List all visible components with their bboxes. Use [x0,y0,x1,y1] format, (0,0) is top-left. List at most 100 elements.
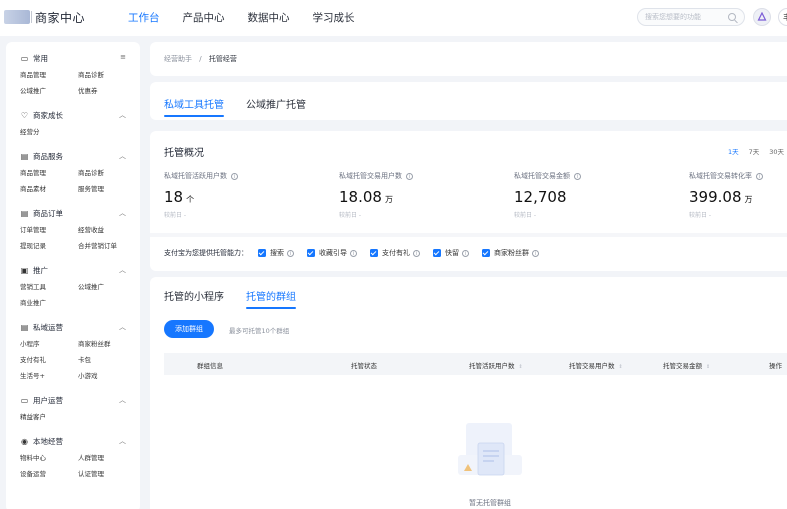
sidebar-item[interactable]: 优惠券 [78,85,136,95]
sidebar-item[interactable]: 经营分 [20,126,78,136]
tab-groups[interactable]: 托管的群组 [246,288,296,309]
tab-private-tools[interactable]: 私域工具托管 [164,96,224,117]
groups-card: 托管的小程序 托管的群组 添加群组 最多可托管10个群组 群组信息 托管状态 托… [150,277,787,509]
sidebar-item[interactable]: 提现记录 [20,240,78,250]
info-icon[interactable]: i [287,249,294,257]
sidebar-group-header[interactable]: ◉ 本地经营 ︿ [20,435,126,447]
sidebar-group-header[interactable]: ▣ 推广 ︿ [20,264,126,276]
sidebar-item[interactable]: 合并营销订单 [78,240,136,250]
breadcrumb-current: 托管经营 [208,55,237,63]
sort-icon[interactable]: ⇕ [519,364,523,370]
nav-data-center[interactable]: 数据中心 [248,10,290,25]
sidebar-group-header[interactable]: ▤ 商品订单 ︿ [20,207,126,219]
top-nav: 工作台 产品中心 数据中心 学习成长 [128,10,378,25]
metric-label: 私域托管活跃用户数 [164,172,227,180]
sidebar-item[interactable]: 营销工具 [20,281,78,291]
sidebar-item[interactable]: 商品管理 [20,69,78,79]
breadcrumb-parent[interactable]: 经营助手 [164,55,192,63]
brand-logo[interactable] [4,10,30,24]
sidebar-item[interactable]: 商品管理 [20,167,78,177]
chevron-up-icon[interactable]: ︿ [119,322,126,332]
sidebar-group-title: 推广 [33,265,48,275]
tab-public-promotion[interactable]: 公域推广托管 [246,96,306,117]
user-badge[interactable]: 丰 [778,8,787,26]
sidebar-group-header[interactable]: ♡ 商家成长 ︿ [20,109,126,121]
sidebar-item[interactable]: 小程序 [20,338,78,348]
sidebar-item[interactable]: 订单管理 [20,224,78,234]
info-icon[interactable]: i [462,249,469,257]
sidebar-group-header[interactable]: ▤ 商品服务 ︿ [20,150,126,162]
range-1d[interactable]: 1天 [728,146,739,156]
tab-miniprograms[interactable]: 托管的小程序 [164,288,224,309]
info-icon[interactable]: i [756,172,763,180]
range-30d[interactable]: 30天 [769,146,784,156]
sort-icon[interactable]: ⇕ [706,364,710,370]
ability-favorite[interactable]: 收藏引导 i [307,248,357,258]
range-7d[interactable]: 7天 [749,146,760,156]
sidebar-item[interactable]: 物料中心 [20,452,78,462]
checkbox-checked[interactable] [482,249,490,257]
sidebar-item[interactable]: 商品诊断 [78,69,136,79]
info-icon[interactable]: i [406,172,413,180]
sidebar-item[interactable]: 经营收益 [78,224,136,234]
checkbox-checked[interactable] [307,249,315,257]
sidebar-item[interactable]: 商品诊断 [78,167,136,177]
ability-fan-group[interactable]: 商家粉丝群 i [482,248,539,258]
sidebar-item[interactable]: 卡包 [78,354,136,364]
search-icon[interactable] [728,13,736,21]
column-active-users[interactable]: 托管活跃用户数 ⇕ [469,360,523,370]
metric-value: 399.08 [689,188,742,206]
sidebar-item[interactable]: 人群管理 [78,452,136,462]
column-trade-users[interactable]: 托管交易用户数 ⇕ [569,360,623,370]
info-icon[interactable]: i [532,249,539,257]
sidebar-group-title: 商品服务 [33,151,63,161]
nav-learning[interactable]: 学习成长 [313,10,355,25]
sidebar-item[interactable]: 商业推广 [20,297,78,307]
chevron-up-icon[interactable]: ︿ [119,110,126,120]
sort-icon[interactable]: ⇕ [619,364,623,370]
info-icon[interactable]: i [574,172,581,180]
chevron-up-icon[interactable]: ︿ [119,151,126,161]
table-header: 群组信息 托管状态 托管活跃用户数 ⇕ 托管交易用户数 ⇕ 托管交易金额 ⇕ 操作 [164,353,787,375]
sidebar-item[interactable]: 设备运营 [20,468,78,478]
chevron-up-icon[interactable]: ︿ [119,395,126,405]
search-box[interactable] [637,8,745,26]
sidebar-item[interactable]: 小游戏 [78,370,136,380]
sidebar-item[interactable]: 服务管理 [78,183,136,193]
chevron-up-icon[interactable]: ︿ [119,265,126,275]
checkbox-checked[interactable] [433,249,441,257]
sidebar-group-header[interactable]: ▭ 常用 ≡ [20,52,126,64]
nav-product-center[interactable]: 产品中心 [183,10,225,25]
info-icon[interactable]: i [350,249,357,257]
sidebar-item[interactable]: 公域推广 [78,281,136,291]
sidebar-item[interactable]: 支付有礼 [20,354,78,364]
sidebar-item[interactable]: 认证管理 [78,468,136,478]
ability-quick-retain[interactable]: 快留 i [433,248,469,258]
main-tab-card: 私域工具托管 公域推广托管 [150,82,787,120]
nav-workbench[interactable]: 工作台 [128,10,160,25]
sidebar-item[interactable]: 商品素材 [20,183,78,193]
info-icon[interactable]: i [231,172,238,180]
avatar[interactable] [753,8,771,26]
ability-search[interactable]: 搜索 i [258,248,294,258]
add-group-button[interactable]: 添加群组 [164,320,214,338]
sidebar-group-title: 私域运营 [33,322,63,332]
chevron-up-icon[interactable]: ︿ [119,208,126,218]
checkbox-checked[interactable] [258,249,266,257]
metric-value: 18 [164,188,184,206]
sidebar-item[interactable]: 公域推广 [20,85,78,95]
date-range-selector: 1天 7天 30天 [728,146,784,156]
ability-pay-gift[interactable]: 支付有礼 i [370,248,420,258]
sidebar-item[interactable]: 精益客户 [20,411,78,421]
chevron-up-icon[interactable]: ︿ [119,436,126,446]
sidebar-item[interactable]: 生活号+ [20,370,78,380]
sidebar-group-header[interactable]: ▭ 用户运营 ︿ [20,394,126,406]
column-trade-amount[interactable]: 托管交易金额 ⇕ [663,360,710,370]
menu-icon[interactable]: ≡ [120,53,126,61]
info-icon[interactable]: i [413,249,420,257]
search-input[interactable] [645,13,727,21]
checkbox-checked[interactable] [370,249,378,257]
sidebar-item[interactable]: 商家粉丝群 [78,338,136,348]
sidebar-group-header[interactable]: ▤ 私域运营 ︿ [20,321,126,333]
ability-label: 搜索 [270,249,284,257]
